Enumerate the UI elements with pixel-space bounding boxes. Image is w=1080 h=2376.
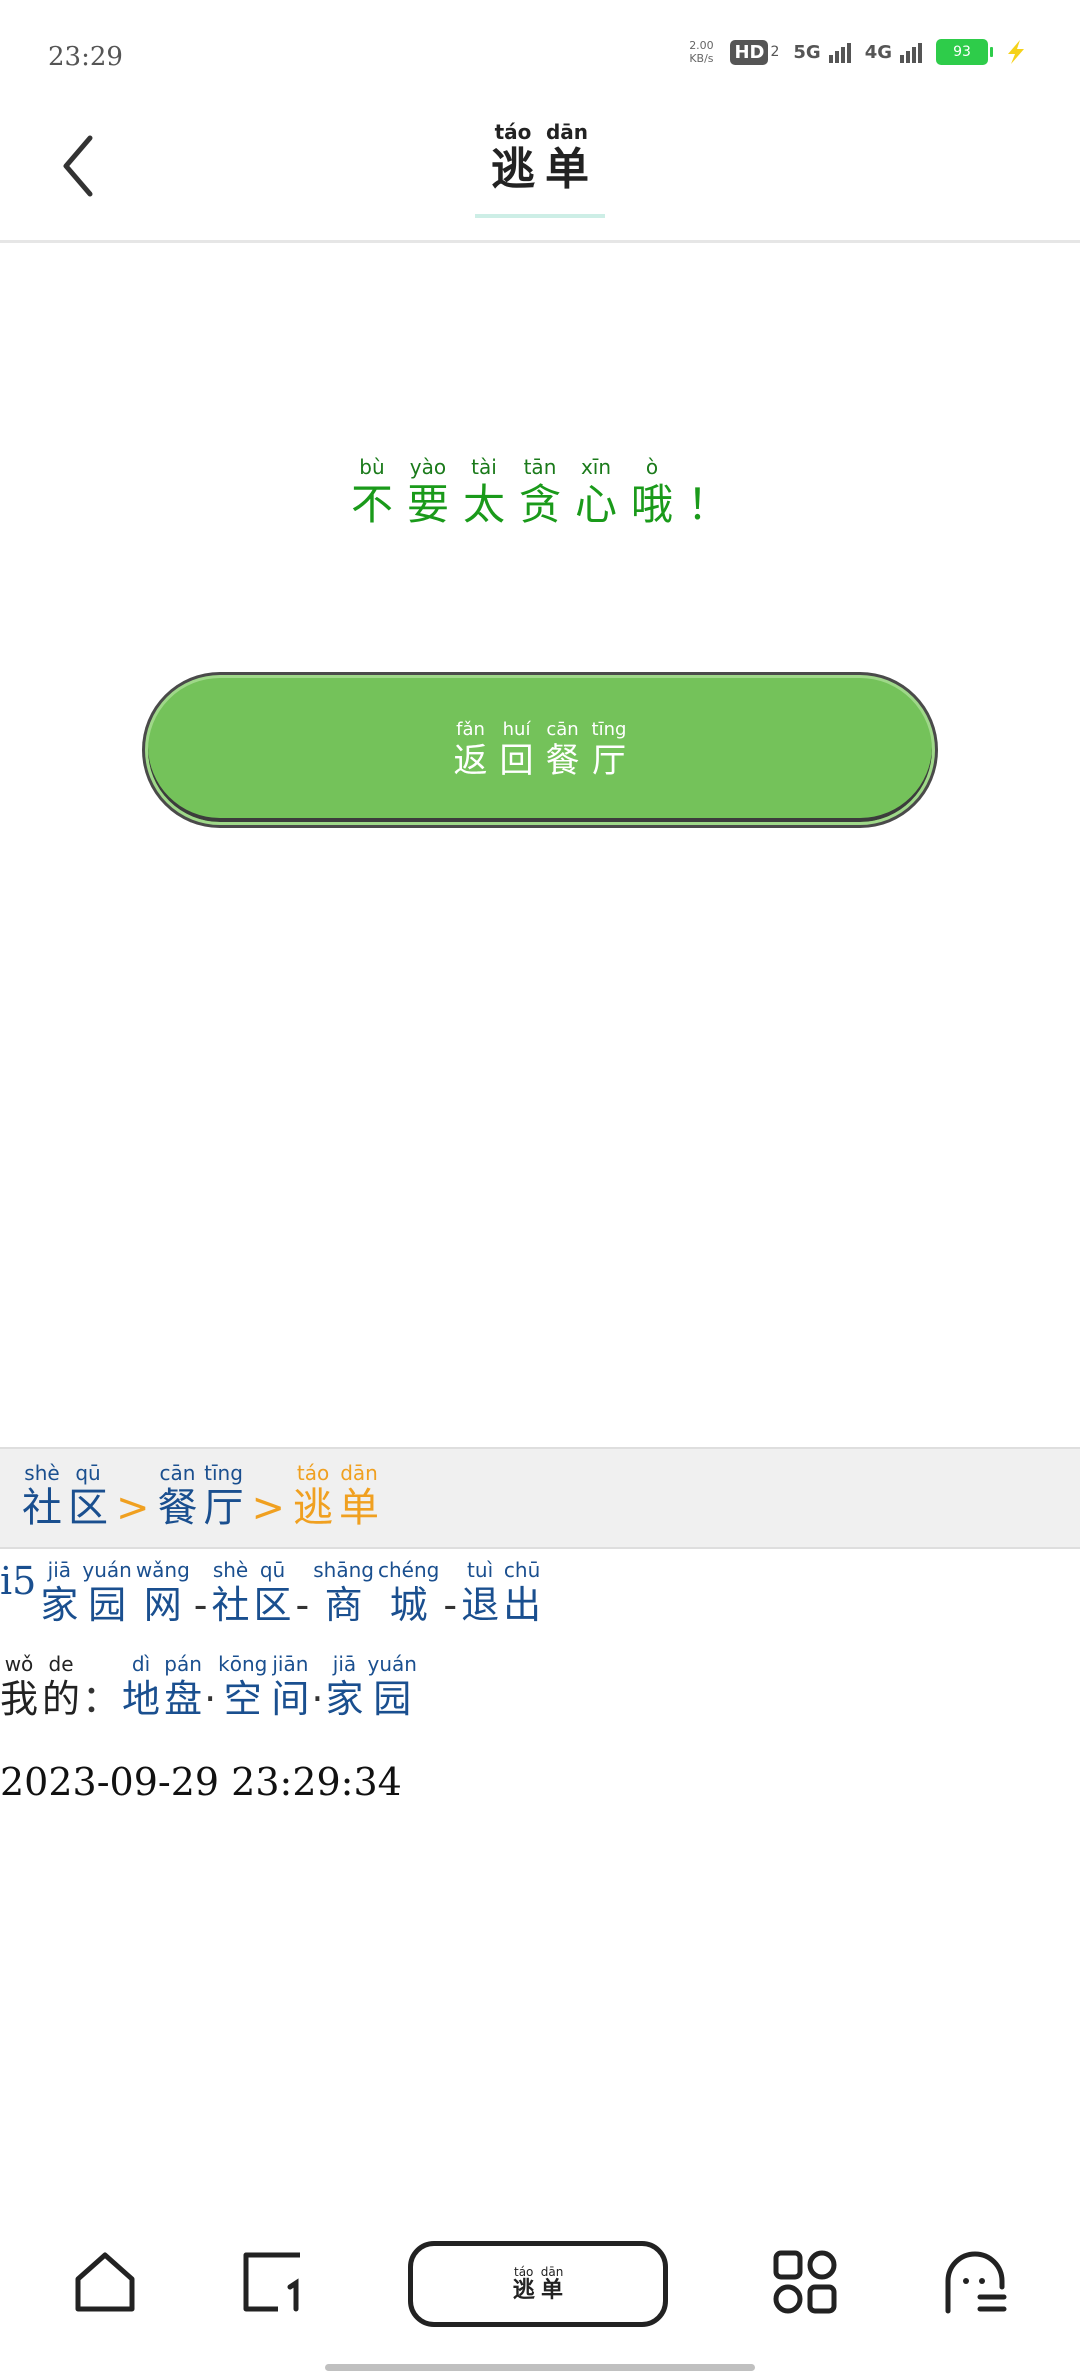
battery-icon: 93 bbox=[936, 39, 993, 65]
network-speed-unit: KB/s bbox=[689, 52, 714, 65]
link-separator: - bbox=[295, 1583, 310, 1627]
link-dot: · bbox=[204, 1677, 217, 1721]
button-char: tīng 厅 bbox=[591, 718, 627, 781]
signal-4g-icon: 4G bbox=[865, 42, 922, 63]
current-page-button[interactable]: táo 逃 dān 单 bbox=[408, 2241, 668, 2327]
profile-icon[interactable] bbox=[940, 2247, 1010, 2317]
bottom-navigation: táo 逃 dān 单 bbox=[0, 2225, 1080, 2345]
signal-5g-label: 5G bbox=[793, 41, 821, 63]
title-char: táo 逃 bbox=[491, 120, 535, 195]
space-link[interactable]: kōng 空 jiān 间 bbox=[218, 1652, 309, 1722]
signal-4g-label: 4G bbox=[864, 41, 892, 63]
message-char: xīn 心 bbox=[575, 455, 618, 529]
link-separator: - bbox=[443, 1583, 458, 1627]
mall-link[interactable]: shāng 商 chéng 城 bbox=[313, 1558, 439, 1628]
warning-message: bù 不 yào 要 tài 太 tān 贪 xīn 心 ò哦 ！ bbox=[0, 455, 1080, 531]
hd-sub-label: 2 bbox=[770, 44, 780, 60]
status-bar: 23:29 2.00 KB/s HD 2 5G 4G 93 bbox=[0, 0, 1080, 110]
community-link[interactable]: shè 社 qū 区 bbox=[212, 1558, 292, 1628]
breadcrumb-current: táo 逃 dān 单 bbox=[293, 1461, 380, 1531]
hd-icon: HD bbox=[730, 39, 769, 65]
tabs-icon[interactable] bbox=[238, 2247, 308, 2317]
back-arrow-icon[interactable] bbox=[56, 130, 100, 202]
breadcrumb-separator: > bbox=[116, 1485, 150, 1531]
logout-link[interactable]: tuì 退 chū 出 bbox=[461, 1558, 541, 1628]
page-title: táo 逃 dān 单 bbox=[475, 120, 605, 218]
mine-label: wǒ 我 de 的 bbox=[0, 1652, 81, 1721]
title-char: dān 单 bbox=[545, 120, 589, 195]
breadcrumb: shè 社 qū 区 > cān 餐 tīng 厅 > táo 逃 dān 单 bbox=[0, 1447, 1080, 1549]
button-char: huí 回 bbox=[499, 718, 534, 781]
app-header: táo 逃 dān 单 bbox=[0, 110, 1080, 243]
network-speed: 2.00 KB/s bbox=[686, 39, 716, 65]
message-char: ò哦 bbox=[631, 455, 674, 529]
breadcrumb-community-link[interactable]: shè 社 qū 区 bbox=[22, 1461, 108, 1531]
message-char: tān 贪 bbox=[518, 455, 561, 529]
homeland-link[interactable]: jiā 家 yuán 园 bbox=[325, 1652, 416, 1722]
message-char: tài 太 bbox=[462, 455, 505, 529]
home-icon[interactable] bbox=[70, 2247, 140, 2317]
message-char: ！ bbox=[687, 480, 730, 529]
status-time: 23:29 bbox=[48, 42, 123, 72]
link-separator: - bbox=[193, 1583, 208, 1627]
breadcrumb-separator: > bbox=[251, 1485, 286, 1531]
message-char: bù 不 bbox=[350, 455, 393, 529]
homeland-net-link[interactable]: i5 jiā 家 yuán 园 wǎng 网 bbox=[0, 1558, 190, 1628]
button-char: fǎn 返 bbox=[453, 718, 488, 781]
site-prefix: i5 bbox=[0, 1559, 37, 1603]
status-indicators: 2.00 KB/s HD 2 5G 4G 93 bbox=[686, 38, 1030, 66]
link-dot: · bbox=[311, 1677, 324, 1721]
label-colon: ： bbox=[82, 1677, 121, 1721]
charging-bolt-icon bbox=[1008, 40, 1024, 64]
return-to-restaurant-button[interactable]: fǎn 返 huí 回 cān 餐 tīng 厅 bbox=[145, 675, 935, 825]
my-links-row: wǒ 我 de 的 ： dì 地 pán 盘 · kōng 空 jiān 间 · jiā 家 … bbox=[0, 1652, 417, 1722]
breadcrumb-restaurant-link[interactable]: cān 餐 tīng 厅 bbox=[158, 1461, 244, 1531]
message-char: yào 要 bbox=[406, 455, 449, 529]
territory-link[interactable]: dì 地 pán 盘 bbox=[122, 1652, 202, 1722]
button-char: cān 餐 bbox=[545, 718, 580, 781]
server-datetime: 2023-09-29 23:29:34 bbox=[0, 1760, 402, 1804]
apps-grid-icon[interactable] bbox=[770, 2247, 840, 2317]
signal-5g-icon: 5G bbox=[793, 41, 851, 63]
network-speed-value: 2.00 bbox=[689, 39, 714, 52]
site-links-row: i5 jiā 家 yuán 园 wǎng 网 - shè 社 qū 区 - shāng 商 … bbox=[0, 1558, 541, 1628]
home-indicator bbox=[325, 2364, 755, 2371]
